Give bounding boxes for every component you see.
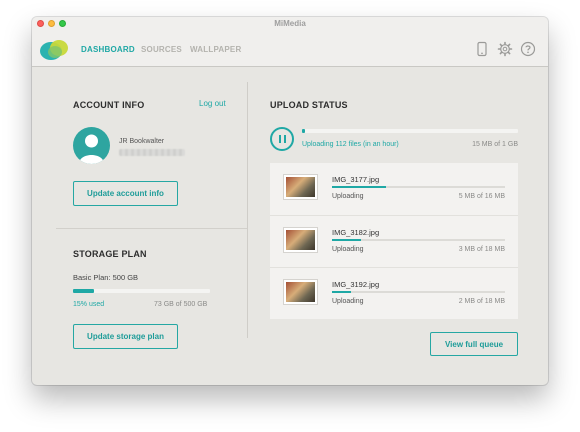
upload-item-progress-fill [332,239,362,241]
section-divider [56,228,247,229]
upload-item-progress-fill [332,291,352,293]
update-account-button[interactable]: Update account info [73,181,178,206]
photo-thumbnail [284,280,317,304]
account-info-title: ACCOUNT INFO [73,100,145,110]
photo-thumbnail [284,175,317,199]
user-silhouette-icon [79,134,104,164]
view-full-queue-button[interactable]: View full queue [430,332,518,356]
overall-upload-bar [302,129,518,133]
upload-item-size: 5 MB of 16 MB [458,193,505,200]
upload-item-size: 2 MB of 18 MB [458,298,505,305]
pause-upload-button[interactable] [270,127,294,151]
panel-divider [247,82,248,338]
upload-item-progress [332,186,505,188]
plan-label: Basic Plan: 500 GB [73,273,139,282]
pause-icon-bar [283,135,286,143]
upload-queue-list: IMG_3177.jpg Uploading 5 MB of 16 MB IMG… [270,163,518,319]
update-storage-button[interactable]: Update storage plan [73,324,178,349]
pause-icon-bar [278,135,281,143]
tab-wallpaper[interactable]: WALLPAPER [190,45,241,54]
upload-total-size: 15 MB of 1 GB [472,141,518,148]
upload-item-status: Uploading [332,246,364,253]
upload-item-status: Uploading [332,193,364,200]
upload-item-progress [332,239,505,241]
user-name: JR Bookwalter [119,138,165,145]
title-bar: MiMedia DASHBOARD SOURCES WALLPAPER [32,17,548,67]
storage-used-percent: 15% used [73,301,105,308]
upload-item-progress-fill [332,186,386,188]
upload-item[interactable]: IMG_3182.jpg Uploading 3 MB of 18 MB [270,215,518,267]
tab-dashboard[interactable]: DASHBOARD [81,45,135,54]
tab-sources[interactable]: SOURCES [141,45,182,54]
storage-usage-fill [73,289,94,293]
upload-item-status: Uploading [332,298,364,305]
window-title: MiMedia [274,19,306,28]
upload-item-name: IMG_3192.jpg [332,280,380,289]
storage-used-amount: 73 GB of 500 GB [154,301,208,308]
logout-link[interactable]: Log out [199,99,226,108]
overall-upload-fill [302,129,306,133]
user-email-redacted [119,149,185,156]
storage-plan-title: STORAGE PLAN [73,249,147,259]
phone-icon[interactable] [474,41,490,57]
upload-item-name: IMG_3182.jpg [332,228,380,237]
upload-item[interactable]: IMG_3192.jpg Uploading 2 MB of 18 MB [270,267,518,319]
gear-icon[interactable] [497,41,513,57]
mimedia-logo-icon [40,40,68,60]
storage-usage-bar [73,289,210,293]
upload-summary: Uploading 112 files (in an hour) [302,141,399,148]
upload-item-size: 3 MB of 18 MB [458,246,505,253]
photo-thumbnail [284,228,317,252]
upload-item[interactable]: IMG_3177.jpg Uploading 5 MB of 16 MB [270,163,518,215]
upload-item-progress [332,291,505,293]
upload-item-name: IMG_3177.jpg [332,175,380,184]
upload-status-title: UPLOAD STATUS [270,100,348,110]
avatar [73,127,110,164]
help-icon[interactable] [520,41,536,57]
